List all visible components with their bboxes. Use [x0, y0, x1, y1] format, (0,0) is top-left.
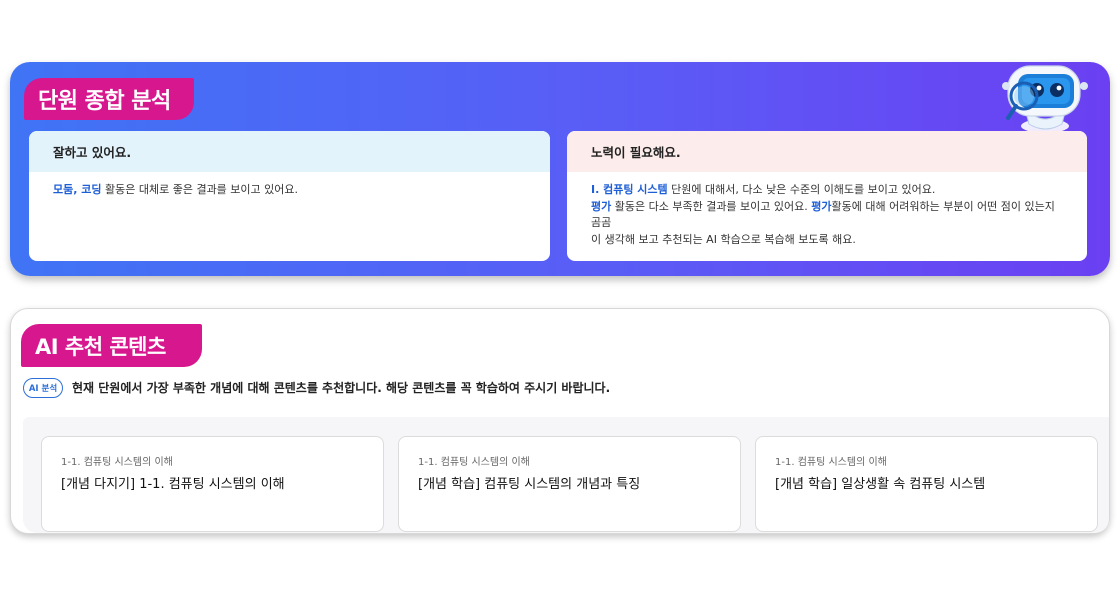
recommendation-card-title: [개념 학습] 컴퓨팅 시스템의 개념과 특징 — [418, 477, 641, 492]
recommendation-card-title: [개념 다지기] 1-1. 컴퓨팅 시스템의 이해 — [61, 477, 285, 492]
strength-card: 잘하고 있어요. 모둠, 코딩 활동은 대체로 좋은 결과를 보이고 있어요. — [29, 131, 550, 261]
strength-card-heading: 잘하고 있어요. — [29, 131, 550, 172]
weakness-line3-text: 이 생각해 보고 추천되는 AI 학습으로 복습해 보도록 해요. — [591, 232, 856, 246]
strength-card-body: 모둠, 코딩 활동은 대체로 좋은 결과를 보이고 있어요. — [29, 172, 550, 199]
recommendation-message: 현재 단원에서 가장 부족한 개념에 대해 콘텐츠를 추천합니다. 해당 콘텐츠… — [72, 381, 611, 395]
recommendation-card[interactable]: 1-1. 컴퓨팅 시스템의 이해 [개념 다지기] 1-1. 컴퓨팅 시스템의 … — [41, 436, 384, 532]
recommendation-card-subtitle: 1-1. 컴퓨팅 시스템의 이해 — [775, 457, 887, 468]
weakness-card-heading: 노력이 필요해요. — [567, 131, 1087, 172]
weakness-line1-text: 단원에 대해서, 다소 낮은 수준의 이해도를 보이고 있어요. — [667, 183, 936, 196]
unit-analysis-title: 단원 종합 분석 — [24, 78, 194, 120]
weakness-eval-highlight: 평가 — [591, 199, 612, 213]
weakness-eval-highlight-2: 평가 — [811, 199, 832, 213]
weakness-card-body: I. 컴퓨팅 시스템 단원에 대해서, 다소 낮은 수준의 이해도를 보이고 있… — [567, 172, 1087, 248]
weakness-line2-text: 활동은 다소 부족한 결과를 보이고 있어요. — [611, 199, 812, 213]
unit-analysis-panel: 단원 종합 분석 잘하고 있어요. 모둠, 코딩 활동은 대체로 좋은 결과를 … — [10, 62, 1110, 276]
ai-recommendation-panel: AI 추천 콘텐츠 AI 분석 현재 단원에서 가장 부족한 개념에 대해 콘텐… — [10, 308, 1110, 534]
strength-highlight: 모둠, 코딩 — [53, 183, 102, 196]
ai-analysis-badge: AI 분석 — [23, 378, 63, 398]
recommendation-card[interactable]: 1-1. 컴퓨팅 시스템의 이해 [개념 학습] 컴퓨팅 시스템의 개념과 특징 — [398, 436, 741, 532]
recommendation-card[interactable]: 1-1. 컴퓨팅 시스템의 이해 [개념 학습] 일상생활 속 컴퓨팅 시스템 — [755, 436, 1098, 532]
strength-text: 활동은 대체로 좋은 결과를 보이고 있어요. — [101, 183, 299, 196]
recommendation-card-title: [개념 학습] 일상생활 속 컴퓨팅 시스템 — [775, 477, 986, 492]
ai-recommendation-title: AI 추천 콘텐츠 — [21, 324, 202, 367]
recommendation-card-subtitle: 1-1. 컴퓨팅 시스템의 이해 — [418, 457, 530, 468]
recommendation-card-subtitle: 1-1. 컴퓨팅 시스템의 이해 — [61, 457, 173, 468]
weakness-unit-highlight: I. 컴퓨팅 시스템 — [591, 183, 668, 196]
robot-mascot-icon — [1000, 56, 1090, 136]
weakness-card: 노력이 필요해요. I. 컴퓨팅 시스템 단원에 대해서, 다소 낮은 수준의 … — [567, 131, 1087, 261]
recommendation-list: 1-1. 컴퓨팅 시스템의 이해 [개념 다지기] 1-1. 컴퓨팅 시스템의 … — [23, 417, 1109, 533]
